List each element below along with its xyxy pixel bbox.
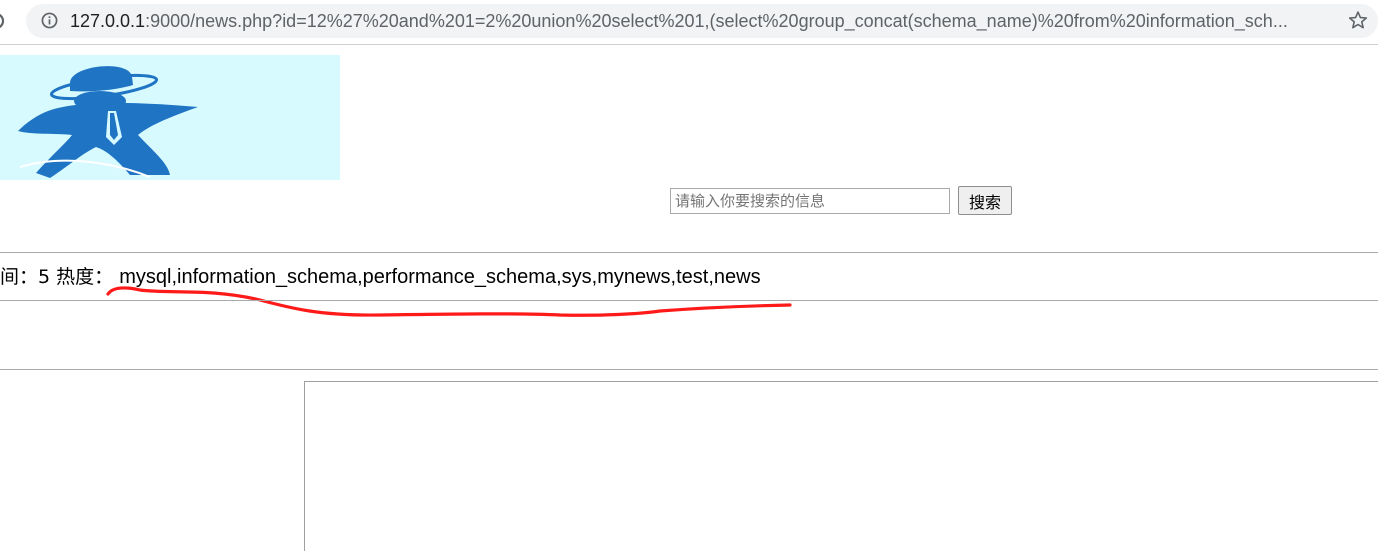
heat-label: 热度： [56,266,114,288]
divider-top [0,252,1378,253]
heat-value: mysql,information_schema,performance_sch… [119,266,761,288]
url-path: :9000/news.php?id=12%27%20and%201=2%20un… [145,11,1288,31]
news-content-frame [304,381,1378,551]
site-logo [0,55,340,180]
divider-middle [0,300,1378,301]
url-host: 127.0.0.1 [70,11,146,31]
search-button[interactable]: 搜索 [958,186,1012,215]
news-info-line: 间：5 热度： mysql,information_schema,perform… [0,265,761,289]
address-bar[interactable]: 127.0.0.1:9000/news.php?id=12%27%20and%2… [26,4,1378,38]
browser-toolbar: 127.0.0.1:9000/news.php?id=12%27%20and%2… [0,0,1378,45]
reload-icon[interactable] [0,10,10,32]
time-value: 5 [38,266,51,288]
info-icon[interactable] [41,12,58,29]
time-label: 间： [0,266,39,288]
bookmark-star-icon[interactable] [1348,10,1368,30]
divider-bottom [0,369,1378,370]
logo-figure [18,66,198,178]
search-input[interactable] [670,188,950,214]
url-text[interactable]: 127.0.0.1:9000/news.php?id=12%27%20and%2… [70,11,1288,31]
